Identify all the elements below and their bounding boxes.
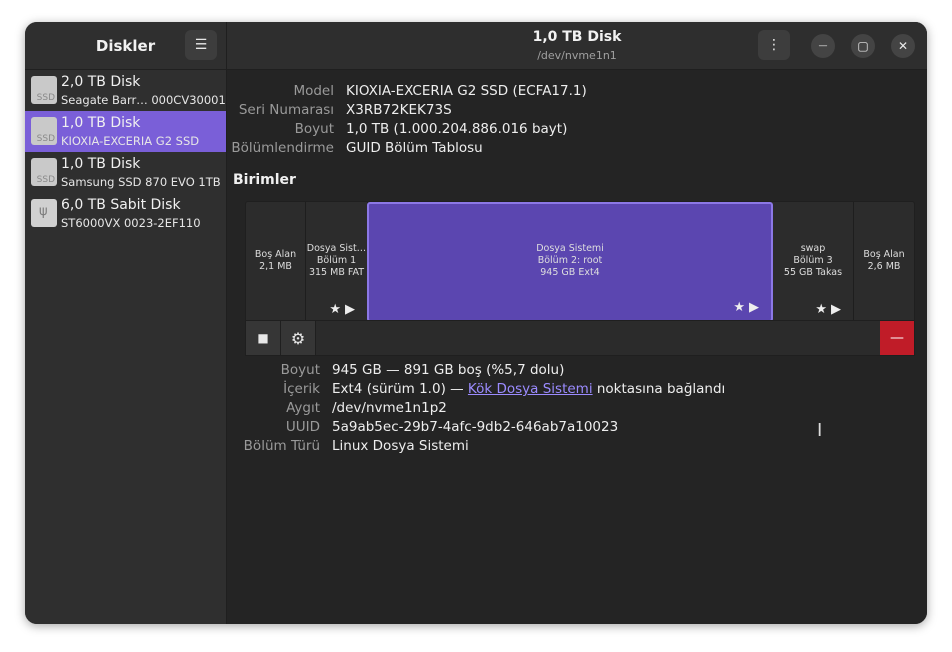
uuid-label: UUID (285, 419, 320, 435)
free-space-segment[interactable]: Boş Alan 2,6 MB (854, 202, 914, 322)
segment-partition: Bölüm 1 (316, 255, 357, 266)
segment-size: 2,6 MB (867, 261, 901, 272)
content-value: Ext4 (sürüm 1.0) — Kök Dosya Sistemi nok… (332, 381, 726, 397)
close-button[interactable]: ✕ (891, 34, 915, 58)
disk-name: 2,0 TB Disk (61, 74, 141, 90)
partition-size-value: 945 GB — 891 GB boş (%5,7 dolu) (332, 362, 565, 378)
content-label: İçerik (283, 381, 320, 397)
unmount-button[interactable]: ■ (246, 321, 281, 355)
minus-icon: — (890, 330, 904, 346)
ssd-drive-icon: SSD (31, 117, 57, 145)
disk-list-item[interactable]: SSD 1,0 TB Disk Samsung SSD 870 EVO 1TB (25, 152, 226, 193)
disk-model: KIOXIA-EXCERIA G2 SSD (61, 134, 200, 148)
device-label: Aygıt (286, 400, 320, 416)
disks-window: Diskler ☰ SSD 2,0 TB Disk Seagate Barr… … (25, 22, 927, 624)
segment-partition: Bölüm 2: root (537, 255, 603, 266)
disk-list-item[interactable]: SSD 2,0 TB Disk Seagate Barr… 000CV30001 (25, 70, 226, 111)
segment-size: 315 MB FAT (308, 267, 365, 278)
partition-map: Boş Alan 2,1 MB Dosya Sist… Bölüm 1 315 … (245, 201, 915, 323)
main-panel: 1,0 TB Disk /dev/nvme1n1 ⋮ — ▢ ✕ Model K… (227, 22, 927, 624)
size-value: 1,0 TB (1.000.204.886.016 bayt) (346, 121, 568, 137)
minimize-button[interactable]: — (811, 34, 835, 58)
mounted-star-play-icon: ★▶ (815, 302, 845, 317)
header-bar: 1,0 TB Disk /dev/nvme1n1 ⋮ — ▢ ✕ (227, 22, 927, 70)
partition-3-segment[interactable]: swap Bölüm 3 55 GB Takas ★▶ (773, 202, 854, 322)
uuid-value: 5a9ab5ec-29b7-4afc-9db2-646ab7a10023 (332, 419, 619, 435)
vertical-dots-icon: ⋮ (767, 37, 781, 53)
device-value: /dev/nvme1n1p2 (332, 400, 447, 416)
segment-size: 945 GB Ext4 (540, 267, 600, 278)
disk-name: 6,0 TB Sabit Disk (61, 197, 181, 213)
minimize-icon: — (818, 41, 828, 51)
volume-toolbar: ■ ⚙ — (245, 320, 915, 356)
segment-label: Boş Alan (254, 249, 297, 260)
free-space-segment[interactable]: Boş Alan 2,1 MB (246, 202, 306, 322)
disk-model: Seagate Barr… 000CV30001 (61, 93, 226, 107)
partition-1-segment[interactable]: Dosya Sist… Bölüm 1 315 MB FAT ★▶ (306, 202, 368, 322)
segment-label: Boş Alan (863, 249, 905, 260)
partition-2-segment-selected[interactable]: Dosya Sistemi Bölüm 2: root 945 GB Ext4 … (367, 202, 773, 322)
disk-name: 1,0 TB Disk (61, 115, 141, 131)
volumes-title: Birimler (233, 172, 296, 188)
hamburger-menu-icon: ☰ (194, 37, 208, 53)
model-label: Model (293, 83, 334, 99)
segment-size: 2,1 MB (259, 261, 292, 272)
usb-drive-icon: ψ (31, 199, 57, 227)
serial-value: X3RB72KEK73S (346, 102, 452, 118)
disk-name: 1,0 TB Disk (61, 156, 141, 172)
size-label: Boyut (294, 121, 334, 137)
maximize-icon: ▢ (857, 39, 869, 53)
delete-partition-button[interactable]: — (880, 321, 914, 355)
segment-label: Dosya Sist… (306, 243, 367, 254)
disk-list-item-selected[interactable]: SSD 1,0 TB Disk KIOXIA-EXCERIA G2 SSD (25, 111, 226, 152)
mounted-star-play-icon: ★▶ (733, 300, 763, 315)
segment-size: 55 GB Takas (783, 267, 843, 278)
disk-model: Samsung SSD 870 EVO 1TB (61, 175, 221, 189)
partitioning-value: GUID Bölüm Tablosu (346, 140, 483, 156)
main-menu-button[interactable]: ☰ (185, 30, 217, 60)
segment-label: swap (800, 243, 826, 254)
partition-type-label: Bölüm Türü (243, 438, 320, 454)
serial-label: Seri Numarası (238, 102, 334, 118)
mounted-star-play-icon: ★▶ (329, 302, 359, 317)
partition-type-value: Linux Dosya Sistemi (332, 438, 469, 454)
partition-size-label: Boyut (280, 362, 320, 378)
ssd-drive-icon: SSD (31, 158, 57, 186)
segment-partition: Bölüm 3 (793, 255, 833, 266)
sidebar: Diskler ☰ SSD 2,0 TB Disk Seagate Barr… … (25, 22, 227, 624)
gear-icon: ⚙ (290, 328, 306, 348)
text-cursor-icon: I (817, 420, 823, 441)
root-filesystem-link[interactable]: Kök Dosya Sistemi (468, 381, 593, 397)
stop-icon: ■ (257, 331, 269, 345)
ssd-drive-icon: SSD (31, 76, 57, 104)
partition-settings-button[interactable]: ⚙ (281, 321, 316, 355)
sidebar-header: Diskler ☰ (25, 22, 226, 70)
model-value: KIOXIA-EXCERIA G2 SSD (ECFA17.1) (346, 83, 587, 99)
partitioning-label: Bölümlendirme (231, 140, 334, 156)
disk-model: ST6000VX 0023-2EF110 (61, 216, 201, 230)
maximize-button[interactable]: ▢ (851, 34, 875, 58)
disk-menu-button[interactable]: ⋮ (758, 30, 790, 60)
segment-label: Dosya Sistemi (536, 243, 604, 254)
close-icon: ✕ (897, 39, 909, 53)
disk-list-item[interactable]: ψ 6,0 TB Sabit Disk ST6000VX 0023-2EF110 (25, 193, 226, 234)
